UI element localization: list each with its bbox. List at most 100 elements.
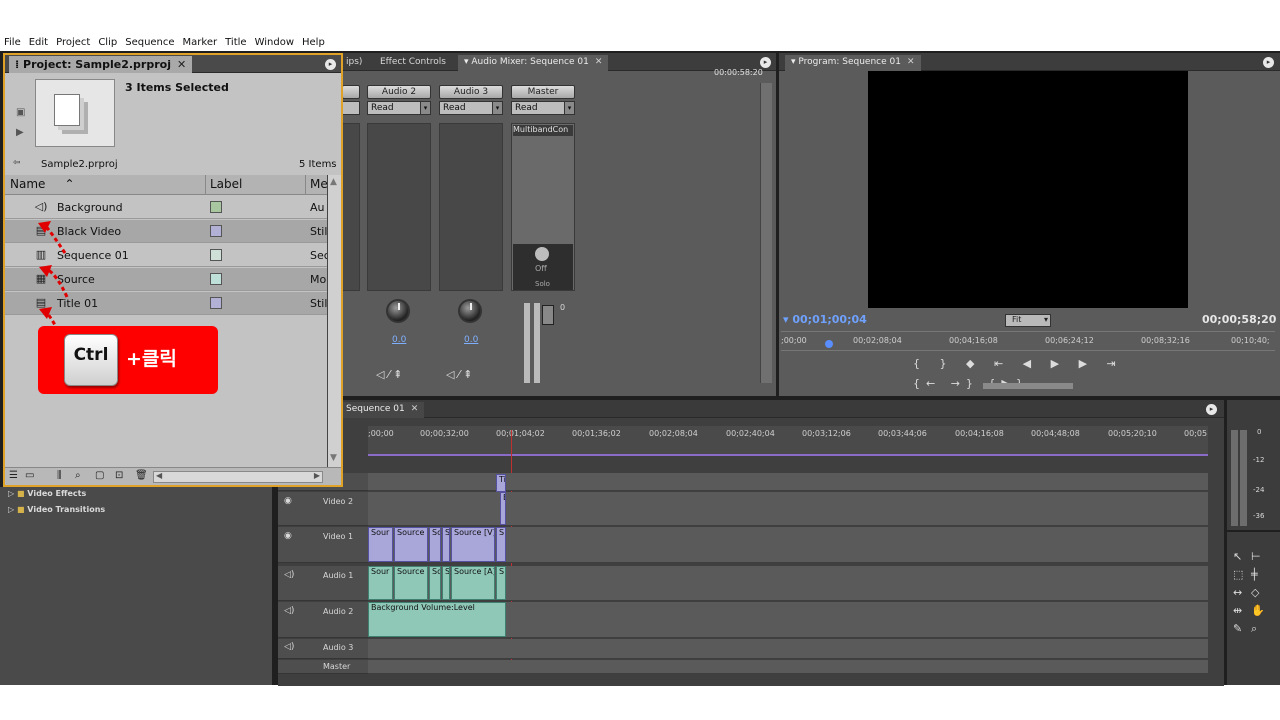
- clip-black-video[interactable]: B: [500, 492, 506, 525]
- clip-background-audio[interactable]: Background Volume:Level: [368, 602, 506, 637]
- tab-audio-mixer[interactable]: ▾ Audio Mixer: Sequence 01 ✕: [458, 55, 609, 71]
- pan-knob-audio3[interactable]: [458, 299, 482, 323]
- channel-name-audio2[interactable]: Audio 2: [367, 85, 431, 99]
- clip-video[interactable]: S: [442, 527, 450, 562]
- new-bin-icon[interactable]: ▢: [95, 470, 104, 481]
- menu-edit[interactable]: Edit: [29, 37, 48, 48]
- bin-up-icon[interactable]: ⇦: [13, 158, 21, 168]
- scroll-right-icon[interactable]: ▶: [314, 471, 320, 480]
- scroll-down-icon[interactable]: ▼: [330, 453, 337, 463]
- clip-video[interactable]: Source: [394, 527, 428, 562]
- panel-menu-icon[interactable]: ▸: [1206, 404, 1217, 415]
- menu-sequence[interactable]: Sequence: [125, 37, 174, 48]
- menu-marker[interactable]: Marker: [183, 37, 218, 48]
- delete-icon[interactable]: 🗑: [135, 470, 148, 481]
- pen-tool-icon[interactable]: ✎: [1233, 622, 1242, 635]
- tab-program[interactable]: ▾ Program: Sequence 01 ✕: [785, 55, 921, 71]
- clip-video[interactable]: S: [496, 527, 506, 562]
- effects-folder-video-effects[interactable]: ▷ ■ Video Effects: [8, 489, 86, 498]
- column-header-label[interactable]: Label: [210, 177, 242, 191]
- jog-shuttle-slider[interactable]: [983, 383, 1073, 389]
- clip-video[interactable]: Sour: [368, 527, 393, 562]
- eye-icon[interactable]: ◉: [284, 496, 292, 506]
- channel-name-partial[interactable]: [342, 85, 360, 99]
- playhead-icon[interactable]: [825, 340, 833, 348]
- clip-audio[interactable]: Source [A]: [451, 566, 495, 600]
- bypass-knob-icon[interactable]: [535, 247, 549, 261]
- clip-audio[interactable]: Sour: [368, 566, 393, 600]
- pan-value-audio2[interactable]: 0.0: [392, 335, 406, 345]
- automate-icon[interactable]: ⫼: [57, 470, 62, 481]
- clip-title[interactable]: Ti: [496, 474, 506, 492]
- channel-mode-audio3[interactable]: Read ▾: [439, 101, 503, 115]
- tab-effect-controls[interactable]: Effect Controls: [374, 55, 452, 71]
- speaker-icon[interactable]: ◁): [284, 642, 294, 652]
- clip-audio[interactable]: So: [429, 566, 441, 600]
- project-list-scrollbar[interactable]: ▲ ▼: [327, 175, 341, 467]
- panel-menu-icon[interactable]: ▸: [760, 57, 771, 68]
- close-icon[interactable]: ✕: [595, 57, 603, 67]
- rate-stretch-tool-icon[interactable]: ↔: [1233, 586, 1242, 599]
- clip-audio[interactable]: Source: [394, 566, 428, 600]
- list-view-icon[interactable]: ☰: [9, 470, 18, 481]
- pan-value-audio3[interactable]: 0.0: [464, 335, 478, 345]
- mute-icon[interactable]: ◁ ⁄ ⇞: [446, 368, 473, 381]
- clip-video[interactable]: Sc: [429, 527, 441, 562]
- menu-clip[interactable]: Clip: [98, 37, 117, 48]
- menu-project[interactable]: Project: [56, 37, 90, 48]
- selection-tool-icon[interactable]: ↖: [1233, 550, 1242, 563]
- channel-mode-audio2[interactable]: Read ▾: [367, 101, 431, 115]
- program-ruler[interactable]: ;00;00 00;02;08;04 00;04;16;08 00;06;24;…: [781, 331, 1275, 351]
- zoom-tool-icon[interactable]: ⌕: [1251, 622, 1257, 636]
- menu-file[interactable]: File: [4, 37, 21, 48]
- close-icon[interactable]: ✕: [177, 58, 186, 71]
- clip-audio[interactable]: S: [442, 566, 450, 600]
- column-header-name[interactable]: Name ⌃: [10, 177, 75, 191]
- fit-dropdown[interactable]: Fit ▾: [1005, 314, 1051, 327]
- mixer-scrollbar[interactable]: [760, 83, 772, 383]
- pan-knob-audio2[interactable]: [386, 299, 410, 323]
- find-icon[interactable]: ⌕: [75, 470, 81, 481]
- column-header-media[interactable]: Me: [310, 177, 328, 191]
- tab-sequence[interactable]: Sequence 01 ✕: [340, 402, 425, 418]
- speaker-icon[interactable]: ◁): [284, 570, 294, 580]
- menu-title[interactable]: Title: [225, 37, 246, 48]
- fx-multiband-compressor[interactable]: MultibandCon: [513, 125, 573, 136]
- scroll-left-icon[interactable]: ◀: [156, 471, 162, 480]
- channel-name-master[interactable]: Master: [511, 85, 575, 99]
- current-time-display[interactable]: ▾ 00;01;00;04: [783, 313, 867, 326]
- play-icon[interactable]: ▶: [16, 127, 24, 138]
- track-select-tool-icon[interactable]: ⊢: [1251, 550, 1261, 563]
- transport-controls[interactable]: { } ◆ ⇤ ◀ ▶ ▶ ⇥: [913, 357, 1124, 370]
- horizontal-scrollbar[interactable]: ◀ ▶: [153, 471, 323, 483]
- scroll-up-icon[interactable]: ▲: [330, 177, 337, 187]
- panel-menu-icon[interactable]: ▸: [1263, 57, 1274, 68]
- razor-tool-icon[interactable]: ◇: [1251, 586, 1259, 599]
- channel-mode-master[interactable]: Read ▾: [511, 101, 575, 115]
- menu-help[interactable]: Help: [302, 37, 325, 48]
- icon-view-icon[interactable]: ▭: [25, 470, 34, 481]
- rolling-edit-tool-icon[interactable]: ╪: [1251, 568, 1258, 581]
- channel-mode-partial[interactable]: [342, 101, 360, 115]
- speaker-icon[interactable]: ◁): [284, 606, 294, 616]
- close-icon[interactable]: ✕: [907, 57, 915, 67]
- eye-icon[interactable]: ◉: [284, 531, 292, 541]
- slip-tool-icon[interactable]: ⇹: [1233, 604, 1242, 617]
- tab-source-clips[interactable]: ips): [340, 55, 368, 71]
- timeline-ruler[interactable]: ;00;00 00;00;32;00 00;01;04;02 00;01;36;…: [368, 426, 1208, 456]
- close-icon[interactable]: ✕: [411, 404, 419, 414]
- effects-folder-video-transitions[interactable]: ▷ ■ Video Transitions: [8, 505, 105, 514]
- camera-icon[interactable]: ▣: [16, 107, 25, 118]
- master-fader-handle[interactable]: [542, 305, 554, 325]
- panel-menu-icon[interactable]: ▸: [325, 59, 336, 70]
- ripple-edit-tool-icon[interactable]: ⬚: [1233, 568, 1243, 581]
- new-item-icon[interactable]: ⊡: [115, 470, 123, 481]
- clip-video[interactable]: Source [V]: [451, 527, 495, 562]
- mute-icon[interactable]: ◁ ⁄ ⇞: [376, 368, 403, 381]
- clip-audio[interactable]: S: [496, 566, 506, 600]
- channel-name-audio3[interactable]: Audio 3: [439, 85, 503, 99]
- column-divider[interactable]: [205, 175, 206, 195]
- column-divider[interactable]: [305, 175, 306, 195]
- menu-window[interactable]: Window: [255, 37, 294, 48]
- hand-tool-icon[interactable]: ✋: [1251, 604, 1265, 617]
